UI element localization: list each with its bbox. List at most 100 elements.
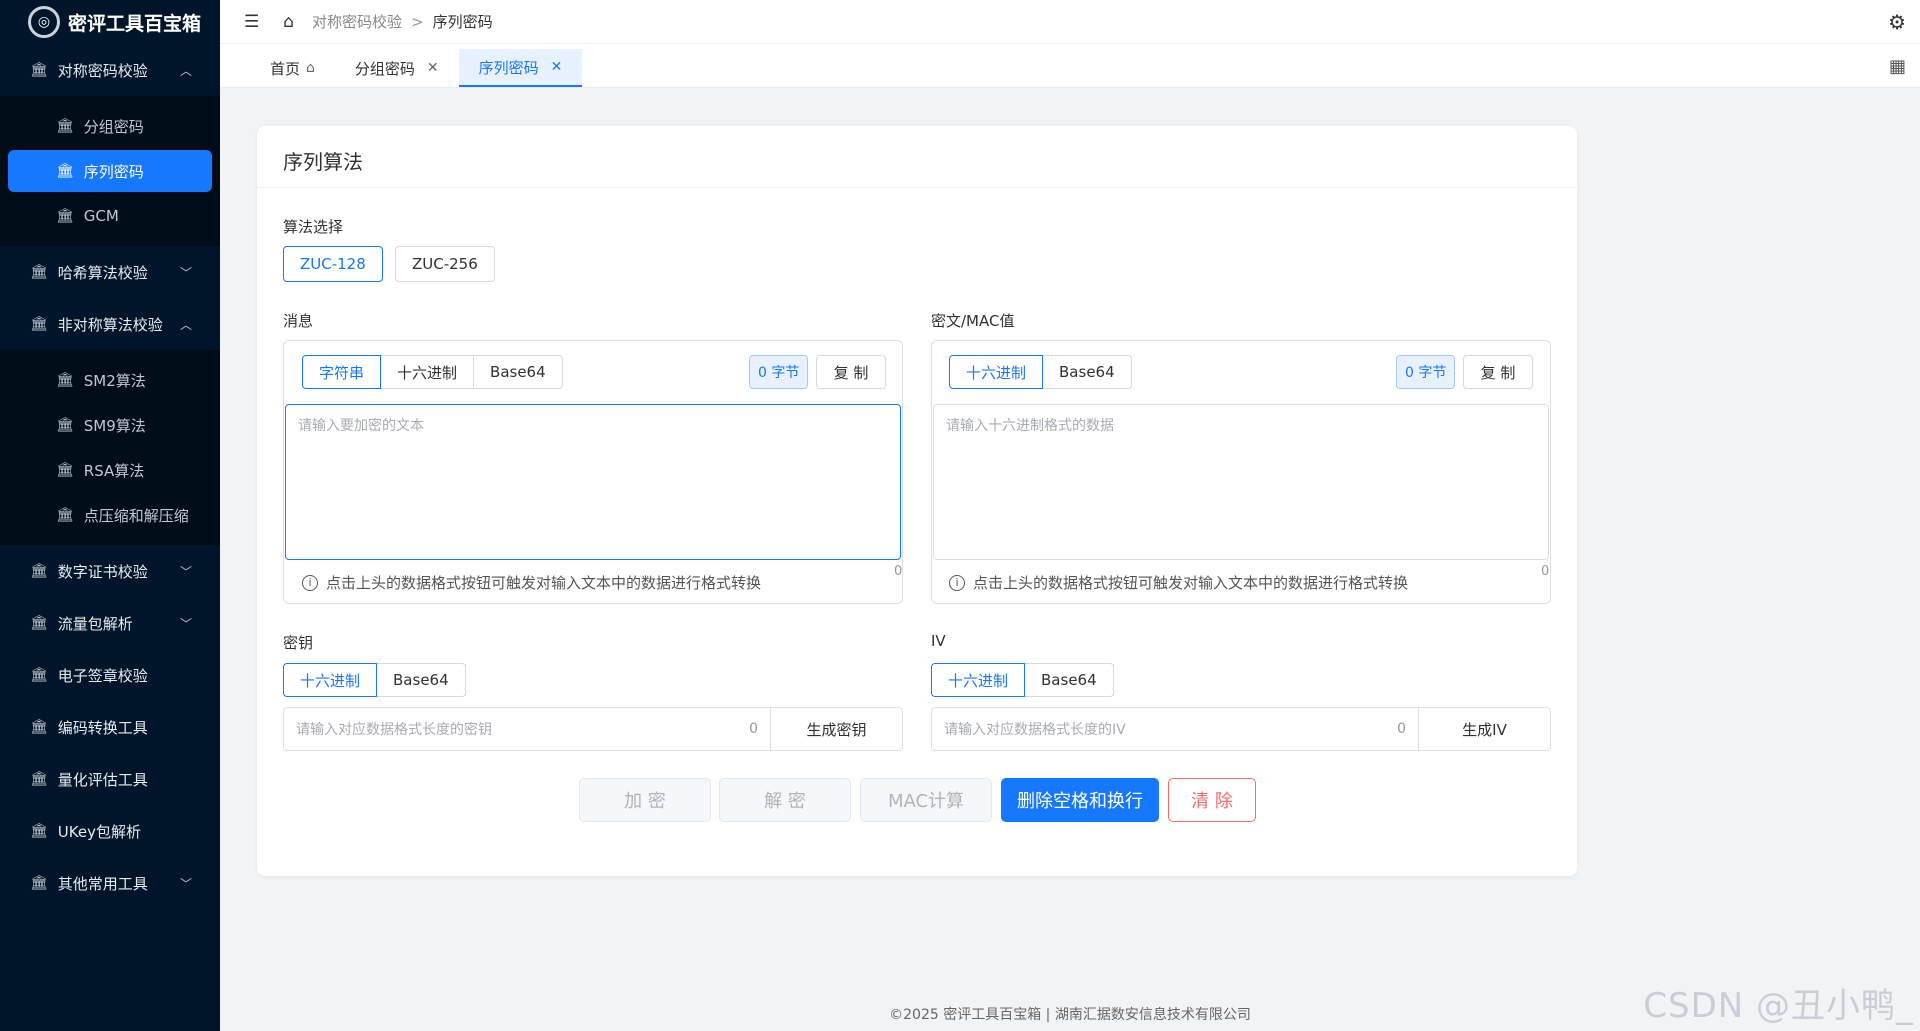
message-format-string[interactable]: 字符串 <box>302 355 382 389</box>
message-char-count: 0 <box>894 564 903 579</box>
menu-group-other[interactable]: 🏛 其他常用工具 ﹀ <box>0 857 220 909</box>
bank-icon: 🏛 <box>56 417 74 433</box>
sidebar-item-label: SM9算法 <box>83 416 146 435</box>
mac-button[interactable]: MAC计算 <box>860 778 992 822</box>
chevron-down-icon: ﹀ <box>179 564 192 579</box>
bank-icon: 🏛 <box>30 615 48 631</box>
close-icon[interactable]: ✕ <box>551 59 563 75</box>
home-icon: ⌂ <box>306 60 315 76</box>
sidebar-item-label: 序列密码 <box>83 162 144 181</box>
menu-group-pcap[interactable]: 🏛 流量包解析 ﹀ <box>0 597 220 649</box>
sidebar-item-sm9[interactable]: 🏛 SM9算法 <box>8 404 212 446</box>
top-bar: ☰ ⌂ 对称密码校验 > 序列密码 ⚙ <box>220 0 1920 44</box>
menu-group-label: 数字证书校验 <box>57 562 148 581</box>
bank-icon: 🏛 <box>30 875 48 891</box>
hint-text: 点击上头的数据格式按钮可触发对输入文本中的数据进行格式转换 <box>326 574 762 592</box>
iv-input-group: 请输入对应数据格式长度的IV 0 生成IV <box>931 707 1551 751</box>
breadcrumb-parent[interactable]: 对称密码校验 <box>312 13 402 31</box>
bank-icon: 🏛 <box>30 667 48 683</box>
bank-icon: 🏛 <box>56 372 74 388</box>
cipher-format-hex[interactable]: 十六进制 <box>949 355 1044 389</box>
iv-format-hex[interactable]: 十六进制 <box>931 663 1026 697</box>
info-icon: i <box>949 574 965 591</box>
menu-item-ukey[interactable]: 🏛 UKey包解析 <box>0 805 220 857</box>
menu-item-seal[interactable]: 🏛 电子签章校验 <box>0 649 220 701</box>
sidebar-item-label: 点压缩和解压缩 <box>83 506 189 525</box>
algo-zuc256-button[interactable]: ZUC-256 <box>395 246 495 282</box>
sidebar-item-block-cipher[interactable]: 🏛 分组密码 <box>8 105 212 147</box>
generate-iv-button[interactable]: 生成IV <box>1418 708 1550 750</box>
message-copy-button[interactable]: 复 制 <box>816 355 886 389</box>
sidebar-item-gcm[interactable]: 🏛 GCM <box>8 195 212 237</box>
sidebar-item-label: GCM <box>83 207 119 225</box>
menu-group-label: 对称密码校验 <box>57 61 148 80</box>
message-format-hex[interactable]: 十六进制 <box>381 355 475 389</box>
clear-button[interactable]: 清 除 <box>1168 778 1256 822</box>
grid-icon[interactable]: ▦ <box>1889 56 1906 77</box>
cipher-byte-count: 0 字节 <box>1396 355 1456 389</box>
sidebar-item-rsa[interactable]: 🏛 RSA算法 <box>8 449 212 491</box>
app-logo[interactable]: ◎ 密评工具百宝箱 <box>0 0 220 44</box>
menu-group-label: 哈希算法校验 <box>57 263 148 282</box>
key-format-hex[interactable]: 十六进制 <box>283 663 378 697</box>
breadcrumb-current: 序列密码 <box>432 13 493 31</box>
encrypt-button[interactable]: 加 密 <box>579 778 711 822</box>
close-icon[interactable]: ✕ <box>427 60 439 76</box>
bank-icon: 🏛 <box>30 62 48 78</box>
tab-home[interactable]: 首页 ⌂ <box>250 49 335 87</box>
iv-format-group: 十六进制 Base64 <box>931 663 1114 697</box>
menu-group-label: UKey包解析 <box>57 822 141 841</box>
bank-icon: 🏛 <box>30 719 48 735</box>
breadcrumb-separator: > <box>411 13 424 31</box>
key-format-base64[interactable]: Base64 <box>377 663 466 697</box>
stream-cipher-card: 序列算法 算法选择 ZUC-128 ZUC-256 消息 字符串 十六进制 Ba… <box>257 126 1577 876</box>
chevron-down-icon: ﹀ <box>179 876 192 891</box>
algo-zuc128-button[interactable]: ZUC-128 <box>283 246 383 282</box>
menu-group-certificate[interactable]: 🏛 数字证书校验 ﹀ <box>0 545 220 597</box>
key-input[interactable]: 请输入对应数据格式长度的密钥 <box>284 719 749 739</box>
menu-group-label: 其他常用工具 <box>57 874 148 893</box>
menu-group-symmetric[interactable]: 🏛 对称密码校验 ︿ <box>0 44 220 96</box>
tab-block-cipher[interactable]: 分组密码 ✕ <box>335 49 459 87</box>
message-format-base64[interactable]: Base64 <box>474 355 563 389</box>
cipher-copy-button[interactable]: 复 制 <box>1463 355 1533 389</box>
generate-key-button[interactable]: 生成密钥 <box>770 708 902 750</box>
sidebar-item-label: RSA算法 <box>83 461 145 480</box>
message-hint: i 点击上头的数据格式按钮可触发对输入文本中的数据进行格式转换 <box>302 572 761 593</box>
menu-group-label: 非对称算法校验 <box>57 315 163 334</box>
home-icon[interactable]: ⌂ <box>283 12 294 32</box>
sidebar-item-sm2[interactable]: 🏛 SM2算法 <box>8 359 212 401</box>
bank-icon: 🏛 <box>30 823 48 839</box>
menu-fold-icon[interactable]: ☰ <box>244 12 259 32</box>
iv-input[interactable]: 请输入对应数据格式长度的IV <box>932 719 1397 739</box>
key-label: 密钥 <box>283 634 314 652</box>
menu-group-label: 电子签章校验 <box>57 666 148 685</box>
tab-stream-cipher[interactable]: 序列密码 ✕ <box>458 49 583 87</box>
sidebar-item-stream-cipher[interactable]: 🏛 序列密码 <box>8 150 212 192</box>
hint-text: 点击上头的数据格式按钮可触发对输入文本中的数据进行格式转换 <box>973 574 1409 592</box>
menu-group-asymmetric[interactable]: 🏛 非对称算法校验 ︿ <box>0 298 220 350</box>
cipher-format-base64[interactable]: Base64 <box>1043 355 1132 389</box>
menu-group-hash[interactable]: 🏛 哈希算法校验 ﹀ <box>0 246 220 298</box>
sidebar-item-label: 分组密码 <box>83 117 144 136</box>
iv-format-base64[interactable]: Base64 <box>1025 663 1114 697</box>
menu-item-encoding[interactable]: 🏛 编码转换工具 <box>0 701 220 753</box>
bank-icon: 🏛 <box>56 462 74 478</box>
submenu-symmetric: 🏛 分组密码 🏛 序列密码 🏛 GCM <box>0 96 220 246</box>
message-textarea[interactable]: 请输入要加密的文本 <box>285 404 901 560</box>
info-icon: i <box>302 574 318 591</box>
menu-item-quantify[interactable]: 🏛 量化评估工具 <box>0 753 220 805</box>
decrypt-button[interactable]: 解 密 <box>719 778 851 822</box>
chevron-up-icon: ︿ <box>179 63 192 78</box>
message-label: 消息 <box>283 312 314 330</box>
chevron-down-icon: ﹀ <box>179 616 192 631</box>
menu-group-label: 编码转换工具 <box>57 718 148 737</box>
tab-label: 分组密码 <box>354 59 415 78</box>
tab-label: 首页 <box>270 59 301 78</box>
cipher-textarea[interactable]: 请输入十六进制格式的数据 <box>933 404 1549 560</box>
message-format-group: 字符串 十六进制 Base64 <box>302 355 563 389</box>
sidebar-item-point-compress[interactable]: 🏛 点压缩和解压缩 <box>8 494 212 536</box>
strip-whitespace-button[interactable]: 删除空格和换行 <box>1001 778 1159 822</box>
gear-icon[interactable]: ⚙ <box>1888 10 1906 34</box>
algo-label: 算法选择 <box>283 218 344 236</box>
